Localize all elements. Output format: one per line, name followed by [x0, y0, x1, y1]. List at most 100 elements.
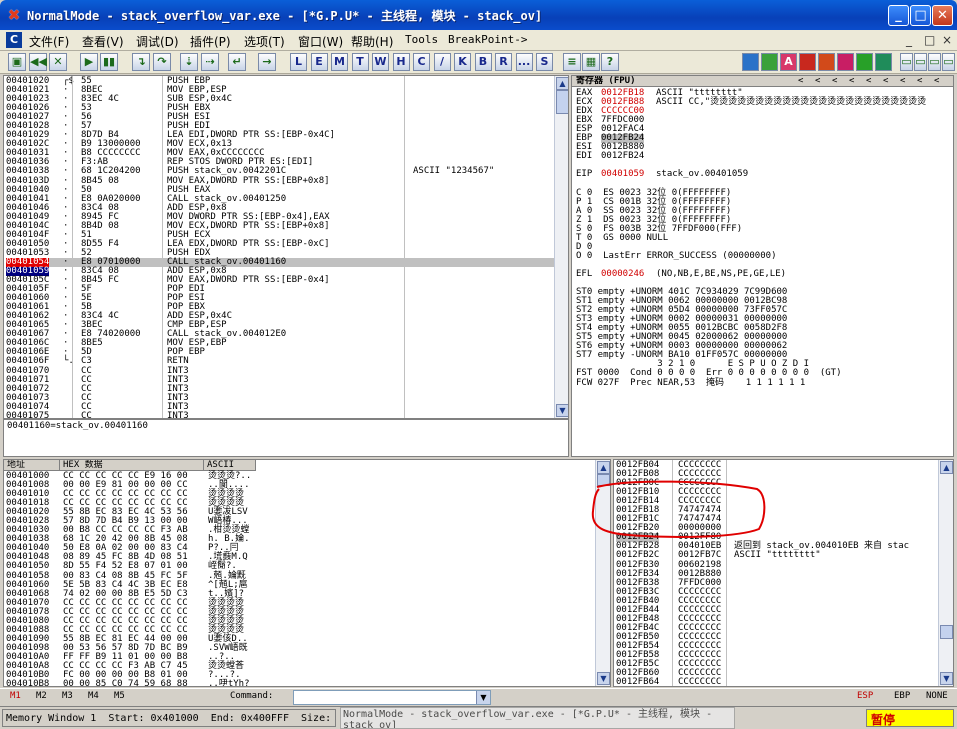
- stack-row[interactable]: 0012FB10 CCCCCCCC: [616, 488, 936, 497]
- dump-scrollbar[interactable]: ▲ ▼: [595, 460, 610, 686]
- stack-row[interactable]: 0012FB40 CCCCCCCC: [616, 596, 936, 606]
- exec-till-return-icon[interactable]: ↵: [228, 53, 246, 71]
- run-icon[interactable]: ▶: [80, 53, 98, 71]
- trace-over-icon[interactable]: ⇢: [201, 53, 219, 71]
- toolbar-l-button[interactable]: L: [290, 53, 307, 71]
- stack-row[interactable]: 0012FB50 CCCCCCCC: [616, 632, 936, 642]
- stack-row[interactable]: 0012FB4C CCCCCCCC: [616, 623, 936, 633]
- layout-2-icon[interactable]: ▭: [928, 53, 941, 71]
- cpu-icon[interactable]: [856, 53, 873, 71]
- maximize-button[interactable]: □: [910, 5, 931, 26]
- stack-pane[interactable]: 0012FB04 CCCCCCCC 0012FB08 CCCCCCCC 0012FB0C…: [613, 459, 954, 687]
- nav-arrow-icon[interactable]: <: [798, 76, 803, 87]
- layout-0-icon[interactable]: ▭: [900, 53, 913, 71]
- toolbar-m-button[interactable]: M: [331, 53, 348, 71]
- menu-tools[interactable]: Tools: [405, 33, 438, 46]
- scroll-thumb[interactable]: [940, 625, 953, 639]
- toolbar-slash-button[interactable]: /: [433, 53, 451, 71]
- ebp-button[interactable]: EBP: [894, 691, 910, 701]
- nav-arrow-icon[interactable]: <: [934, 76, 939, 87]
- nav-arrow-icon[interactable]: <: [815, 76, 820, 87]
- tab-m3[interactable]: M3: [62, 691, 73, 701]
- toolbar-k-button[interactable]: K: [454, 53, 471, 71]
- stack-row[interactable]: 0012FB20 00000000: [616, 524, 936, 533]
- disassembly-pane[interactable]: 00401020 ┌$ 55 PUSH EBP 00401021 · 8BEC MOV EBP…: [3, 75, 569, 419]
- stack-row[interactable]: 0012FB2C 0012FB7C ASCII "tttttttt": [616, 551, 936, 560]
- rewind-icon[interactable]: ◀◀: [29, 53, 47, 71]
- toolbar-s-button[interactable]: S: [536, 53, 553, 71]
- stack-row[interactable]: 0012FB38 7FFDC000: [616, 578, 936, 588]
- none-button[interactable]: NONE: [926, 691, 948, 701]
- stack-row[interactable]: 0012FB04 CCCCCCCC: [616, 460, 936, 470]
- dump-pane[interactable]: 地址 HEX 数据 ASCII 00401000 CC CC CC CC CC E…: [3, 459, 611, 687]
- mdi-minimize-button[interactable]: _: [906, 33, 912, 47]
- stack-row[interactable]: 0012FB14 CCCCCCCC: [616, 497, 936, 506]
- record-icon[interactable]: [799, 53, 816, 71]
- mem-icon[interactable]: [875, 53, 892, 71]
- disasm-scrollbar[interactable]: ▲ ▼: [554, 76, 568, 418]
- scroll-thumb[interactable]: [556, 90, 568, 114]
- stack-row[interactable]: 0012FB44 CCCCCCCC: [616, 605, 936, 615]
- open-icon[interactable]: ▣: [8, 53, 26, 71]
- pause-icon[interactable]: ▮▮: [100, 53, 118, 71]
- scroll-down-icon[interactable]: ▼: [597, 672, 610, 685]
- close-file-icon[interactable]: ✕: [49, 53, 67, 71]
- step-over-icon[interactable]: ↷: [153, 53, 171, 71]
- esp-button[interactable]: ESP: [857, 691, 873, 701]
- toolbar-b-button[interactable]: B: [474, 53, 492, 71]
- stack-row[interactable]: 0012FB0C CCCCCCCC: [616, 479, 936, 488]
- close-button[interactable]: ✕: [932, 5, 953, 26]
- step-into-icon[interactable]: ↴: [132, 53, 150, 71]
- mdi-close-button[interactable]: ×: [942, 33, 952, 47]
- target-icon[interactable]: [818, 53, 835, 71]
- scroll-up-icon[interactable]: ▲: [940, 461, 953, 474]
- menu-options[interactable]: 选项(T): [244, 33, 285, 50]
- registers-pane[interactable]: 寄存器 (FPU) < < < < < < < < < EAX 0012FB18 ASCII "tt…: [571, 75, 954, 457]
- tab-m1[interactable]: M1: [10, 691, 21, 701]
- plugin-icon[interactable]: [837, 53, 854, 71]
- menu-breakpoint[interactable]: BreakPoint->: [448, 33, 527, 46]
- nav-arrow-icon[interactable]: <: [900, 76, 905, 87]
- stack-row[interactable]: 0012FB30 00602198: [616, 560, 936, 570]
- toolbar-t-button[interactable]: T: [351, 53, 369, 71]
- menu-debug[interactable]: 调试(D): [136, 33, 179, 50]
- stack-row[interactable]: 0012FB48 CCCCCCCC: [616, 614, 936, 624]
- log-icon[interactable]: [761, 53, 778, 71]
- goto-icon[interactable]: →: [258, 53, 276, 71]
- stack-row[interactable]: 0012FB34 0012B880: [616, 569, 936, 579]
- stack-row[interactable]: 0012FB3C CCCCCCCC: [616, 587, 936, 597]
- a-icon[interactable]: A: [780, 53, 797, 71]
- menu-help[interactable]: 帮助(H): [351, 33, 393, 50]
- stack-scrollbar[interactable]: ▲ ▼: [938, 460, 953, 686]
- stack-row[interactable]: 0012FB60 CCCCCCCC: [616, 669, 936, 678]
- dump-header-address[interactable]: 地址: [4, 460, 60, 471]
- dump-header-ascii[interactable]: ASCII: [204, 460, 256, 471]
- command-input[interactable]: ▼: [293, 690, 491, 705]
- list-icon[interactable]: ≡: [563, 53, 581, 71]
- nav-arrow-icon[interactable]: <: [832, 76, 837, 87]
- scroll-down-icon[interactable]: ▼: [556, 404, 568, 417]
- stack-row[interactable]: 0012FB08 CCCCCCCC: [616, 469, 936, 479]
- help-icon[interactable]: ?: [601, 53, 619, 71]
- disasm-row[interactable]: 00401075 CC INT3: [6, 411, 554, 418]
- scroll-thumb[interactable]: [597, 474, 610, 486]
- toolbar-ellipsis-button[interactable]: ...: [515, 53, 533, 71]
- scroll-down-icon[interactable]: ▼: [940, 672, 953, 685]
- layout-3-icon[interactable]: ▭: [942, 53, 955, 71]
- tab-m4[interactable]: M4: [88, 691, 99, 701]
- dump-row[interactable]: 004010B8 00 00 85 C0 74 59 68 88 ..吚tYh?: [6, 680, 256, 686]
- menu-plugins[interactable]: 插件(P): [190, 33, 231, 50]
- tab-m5[interactable]: M5: [114, 691, 125, 701]
- stack-row[interactable]: 0012FB5C CCCCCCCC: [616, 659, 936, 669]
- toolbar-h-button[interactable]: H: [392, 53, 410, 71]
- nav-arrow-icon[interactable]: <: [883, 76, 888, 87]
- scroll-up-icon[interactable]: ▲: [597, 461, 610, 474]
- tab-m2[interactable]: M2: [36, 691, 47, 701]
- toolbar-r-button[interactable]: R: [495, 53, 512, 71]
- title-bar[interactable]: ✖ NormalMode - stack_overflow_var.exe - …: [0, 0, 957, 30]
- trace-into-icon[interactable]: ⇣: [180, 53, 198, 71]
- nav-arrow-icon[interactable]: <: [866, 76, 871, 87]
- menu-window[interactable]: 窗口(W): [298, 33, 343, 50]
- stack-row[interactable]: 0012FB18 74747474: [616, 506, 936, 515]
- stack-row[interactable]: 0012FB54 CCCCCCCC: [616, 641, 936, 651]
